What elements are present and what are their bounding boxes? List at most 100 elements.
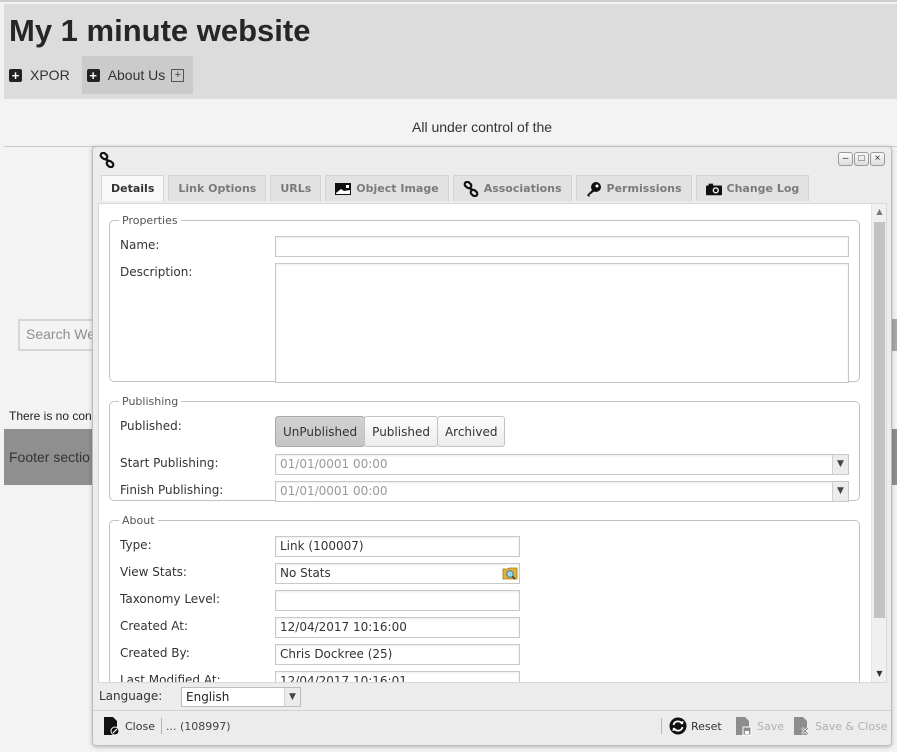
chevron-down-icon[interactable]: ▼ (832, 455, 848, 474)
chevron-down-icon[interactable]: ▼ (284, 688, 300, 706)
language-row: Language: English ▼ (93, 684, 891, 710)
tab-label: Object Image (356, 182, 439, 195)
description-label: Description: (120, 265, 193, 279)
view-stats-value: No Stats (280, 566, 331, 580)
scroll-thumb[interactable] (874, 222, 885, 618)
last-modified-field: 12/04/2017 10:16:01 (275, 671, 520, 682)
last-modified-label: Last Modified At: (120, 673, 221, 683)
language-select[interactable]: English ▼ (181, 687, 301, 707)
save-button[interactable]: Save (735, 715, 784, 737)
save-close-button[interactable]: Save & Close (793, 715, 888, 737)
chevron-down-icon[interactable]: ▼ (832, 482, 848, 501)
nav-item-xpor[interactable]: + XPOR (4, 56, 82, 94)
scroll-down-icon[interactable]: ▼ (874, 669, 885, 679)
archived-option[interactable]: Archived (436, 416, 506, 447)
tab-change-log[interactable]: Change Log (695, 175, 810, 201)
separator (161, 718, 162, 734)
dialog-footer: Close ... (108997) Reset Save Save & Clo… (93, 710, 891, 740)
created-by-field: Chris Dockree (25) (275, 644, 520, 665)
tab-bar: Details Link Options URLs Object Image A… (101, 175, 810, 201)
site-header: My 1 minute website + XPOR + About Us + (4, 4, 897, 99)
key-icon (586, 181, 601, 197)
finish-publishing-value: 01/01/0001 00:00 (280, 484, 388, 498)
close-label: Close (125, 719, 155, 733)
view-stats-field: No Stats (275, 563, 520, 584)
link-icon (463, 180, 479, 197)
image-icon (335, 182, 352, 195)
finish-publishing-picker[interactable]: 01/01/0001 00:00 ▼ (275, 481, 849, 502)
taxonomy-level-label: Taxonomy Level: (120, 592, 221, 606)
name-label: Name: (120, 238, 160, 252)
top-border (0, 0, 897, 2)
object-id: ... (108997) (166, 720, 231, 733)
name-input[interactable] (275, 236, 849, 257)
plus-outline-icon: + (171, 68, 185, 82)
save-close-icon (794, 717, 809, 735)
publishing-legend: Publishing (122, 395, 179, 408)
description-input[interactable] (275, 263, 849, 383)
close-window-button[interactable]: × (870, 152, 885, 166)
about-legend: About (122, 514, 155, 527)
details-panel: Properties Name: Description: Publishing… (98, 203, 887, 683)
tab-object-image[interactable]: Object Image (325, 175, 449, 201)
unpublished-option[interactable]: UnPublished (275, 416, 366, 447)
start-publishing-picker[interactable]: 01/01/0001 00:00 ▼ (275, 454, 849, 475)
properties-legend: Properties (122, 214, 178, 227)
no-content-message: There is no con (9, 409, 92, 423)
maximize-button[interactable]: □ (854, 152, 869, 166)
language-label: Language: (99, 689, 163, 703)
reset-button[interactable]: Reset (669, 715, 722, 737)
properties-group: Properties Name: Description: (109, 214, 860, 383)
finish-publishing-label: Finish Publishing: (120, 483, 224, 497)
tagline: All under control of the (412, 119, 553, 135)
save-label: Save (757, 719, 785, 733)
created-by-label: Created By: (120, 646, 190, 660)
footer-text: Footer sectio (9, 449, 90, 465)
publish-status-toggle: UnPublished Published Archived (275, 416, 506, 447)
tab-label: Permissions (606, 182, 682, 195)
nav-item-label: About Us (107, 67, 166, 83)
add-page-button[interactable]: + (171, 56, 193, 94)
view-stats-label: View Stats: (120, 565, 187, 579)
start-publishing-label: Start Publishing: (120, 456, 219, 470)
refresh-icon (669, 717, 687, 735)
taxonomy-level-input[interactable] (275, 590, 520, 611)
save-icon (736, 717, 752, 736)
tab-link-options[interactable]: Link Options (168, 175, 267, 201)
tab-details[interactable]: Details (101, 175, 165, 201)
minimize-button[interactable]: – (838, 152, 853, 166)
close-document-icon (104, 717, 120, 736)
tab-permissions[interactable]: Permissions (575, 175, 692, 201)
close-button[interactable]: Close (103, 715, 155, 737)
type-label: Type: (120, 538, 152, 552)
published-option[interactable]: Published (364, 416, 438, 447)
tab-urls[interactable]: URLs (270, 175, 322, 201)
link-icon (99, 152, 115, 168)
start-publishing-value: 01/01/0001 00:00 (280, 457, 388, 471)
tab-label: Change Log (726, 182, 800, 195)
language-value: English (186, 690, 230, 704)
site-title: My 1 minute website (9, 13, 311, 48)
type-field: Link (100007) (275, 536, 520, 557)
edit-link-dialog: – □ × Details Link Options URLs Object I… (92, 146, 892, 746)
about-group: About Type: Link (100007) View Stats: No… (109, 514, 860, 683)
scroll-up-icon[interactable]: ▲ (874, 207, 885, 217)
panel-scrollbar[interactable]: ▲ ▼ (871, 204, 886, 682)
camera-icon (705, 183, 722, 195)
created-at-label: Created At: (120, 619, 189, 633)
tab-label: Associations (483, 182, 562, 195)
tab-associations[interactable]: Associations (452, 175, 572, 201)
reset-label: Reset (691, 719, 722, 733)
plus-square-icon: + (86, 68, 100, 82)
view-stats-icon[interactable] (502, 565, 518, 581)
published-label: Published: (120, 419, 182, 433)
tab-label: URLs (280, 182, 312, 195)
nav-item-label: XPOR (30, 67, 70, 83)
window-controls: – □ × (838, 152, 885, 166)
save-close-label: Save & Close (815, 719, 888, 733)
tab-label: Link Options (178, 182, 257, 195)
site-nav: + XPOR + About Us + (4, 56, 194, 94)
separator (661, 718, 662, 734)
plus-square-icon: + (9, 68, 22, 82)
tab-label: Details (111, 182, 155, 195)
